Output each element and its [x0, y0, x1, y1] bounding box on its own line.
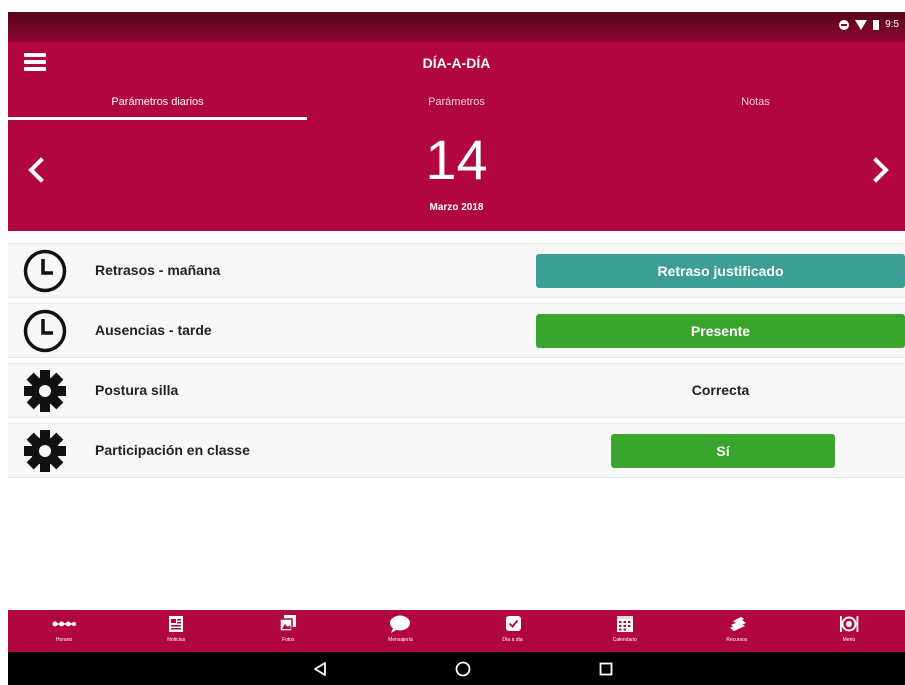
nav-item-dia-a-dia[interactable]: Día a día	[457, 610, 569, 652]
nav-label: Día a día	[502, 637, 523, 643]
parameter-row-retrasos: Retrasos - mañana Retraso justificado	[8, 243, 905, 298]
recents-icon[interactable]	[597, 660, 615, 678]
app-bar: DÍA-A-DÍA	[8, 42, 905, 86]
nav-label: Horario	[55, 637, 73, 643]
status-time: 9:5	[885, 19, 899, 30]
participacion-value-button[interactable]: Sí	[611, 434, 835, 468]
nav-item-calendario[interactable]: Calendario	[569, 610, 681, 652]
bottom-navigation: Horario Noticias Fotos Mensajería Día a …	[8, 610, 905, 652]
tab-bar: Parámetros diarios Parámetros Notas	[8, 86, 905, 120]
ausencia-value-button[interactable]: Presente	[536, 314, 905, 348]
nav-item-recursos[interactable]: Recursos	[681, 610, 793, 652]
calendar-icon	[616, 616, 633, 632]
books-icon	[729, 617, 746, 631]
retraso-value-button[interactable]: Retraso justificado	[536, 254, 905, 288]
parameter-row-ausencias: Ausencias - tarde Presente	[8, 303, 905, 358]
nav-label: Mensajería	[388, 637, 413, 643]
parameter-list: Retrasos - mañana Retraso justificado Au…	[8, 243, 905, 483]
tab-parametros[interactable]: Parámetros	[307, 86, 606, 118]
tab-parametros-diarios[interactable]: Parámetros diarios	[8, 86, 307, 120]
header: 9:5 DÍA-A-DÍA Parámetros diarios Parámet…	[8, 12, 905, 231]
nav-item-horario[interactable]: Horario	[8, 610, 120, 652]
parameter-row-postura: Postura silla Correcta	[8, 363, 905, 418]
gear-icon	[24, 370, 66, 412]
chat-icon	[390, 615, 411, 633]
parameter-row-participacion: Participación en classe Sí	[8, 423, 905, 478]
nav-label: Recursos	[726, 637, 748, 643]
do-not-disturb-icon	[839, 19, 850, 30]
nav-item-fotos[interactable]: Fotos	[232, 610, 344, 652]
nav-label: Noticias	[167, 637, 186, 643]
nav-item-noticias[interactable]: Noticias	[120, 610, 232, 652]
wifi-icon	[855, 19, 868, 30]
clock-icon	[23, 309, 67, 353]
date-day: 14	[425, 128, 488, 191]
parameter-label: Ausencias - tarde	[95, 322, 212, 338]
newspaper-icon	[169, 616, 184, 632]
battery-icon	[873, 19, 880, 30]
date-navigator: 14 Marzo 2018	[8, 118, 905, 231]
date-month: Marzo 2018	[429, 202, 484, 213]
clock-icon	[23, 249, 67, 293]
home-icon[interactable]	[454, 660, 472, 678]
nav-label: Fotos	[282, 637, 295, 643]
checkbox-icon	[505, 616, 521, 631]
back-icon[interactable]	[311, 660, 329, 678]
nav-item-mensajeria[interactable]: Mensajería	[344, 610, 456, 652]
nav-label: Calendario	[612, 637, 637, 643]
photos-icon	[279, 615, 297, 632]
system-nav-bar	[8, 652, 905, 685]
parameter-label: Participación en classe	[95, 442, 250, 458]
page-title: DÍA-A-DÍA	[422, 55, 491, 71]
app-frame: 9:5 DÍA-A-DÍA Parámetros diarios Parámet…	[8, 12, 905, 685]
parameter-label: Retrasos - mañana	[95, 262, 221, 278]
dining-icon	[839, 616, 859, 632]
status-bar: 9:5	[8, 12, 905, 42]
status-icons: 9:5	[839, 19, 899, 30]
postura-value: Correcta	[691, 382, 750, 398]
gear-icon	[24, 430, 66, 472]
nav-label: Menú	[842, 637, 856, 643]
nav-item-menu[interactable]: Menú	[793, 610, 905, 652]
dots-icon	[52, 621, 77, 627]
tab-notas[interactable]: Notas	[606, 86, 905, 118]
parameter-label: Postura silla	[95, 382, 179, 398]
